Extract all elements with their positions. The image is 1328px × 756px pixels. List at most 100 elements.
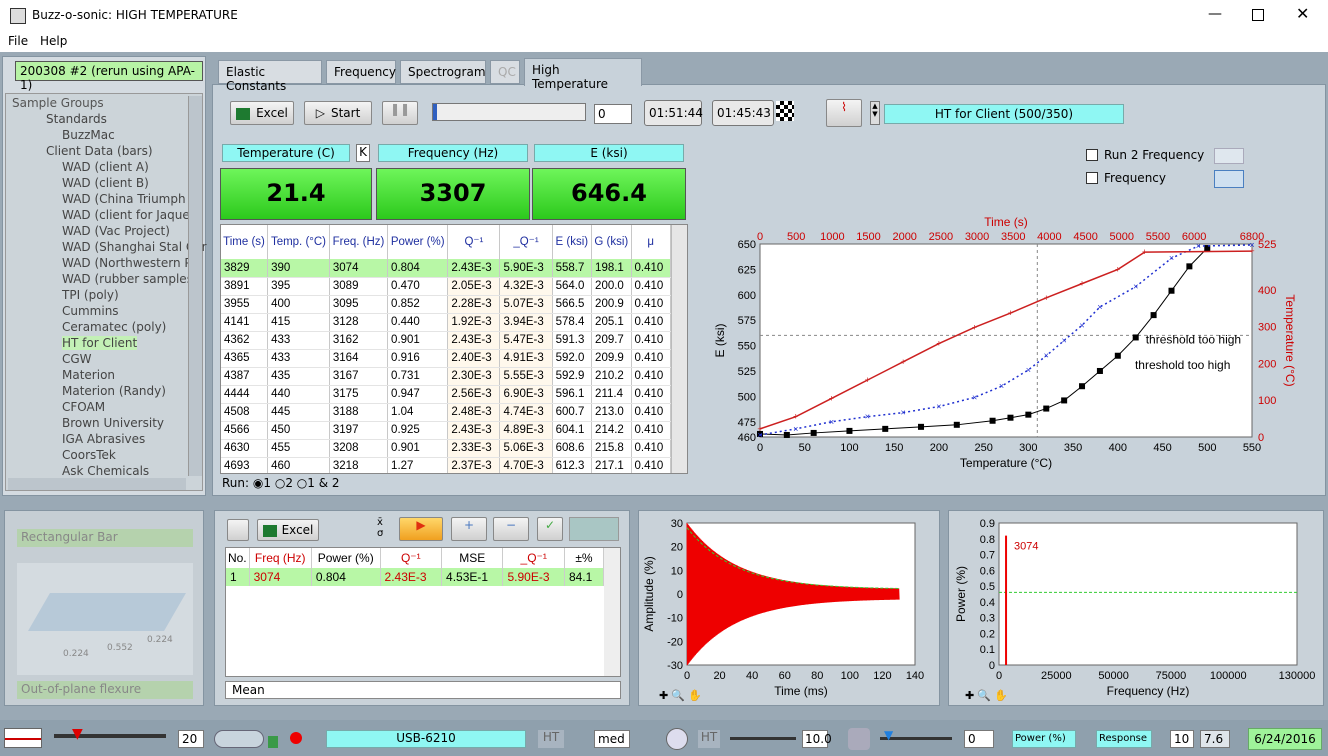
tree-hscrollbar[interactable] xyxy=(8,478,186,490)
tab-frequency[interactable]: Frequency xyxy=(326,60,396,84)
tree-item[interactable]: Ask Chemicals xyxy=(62,464,149,478)
tab-high-temperature[interactable]: High Temperature xyxy=(524,58,642,91)
tree-item[interactable]: Ceramatec (poly) xyxy=(62,320,166,334)
table-cell: 3.94E-3 xyxy=(499,313,553,332)
tree-item[interactable]: CGW xyxy=(62,352,92,366)
fit-excel-button[interactable]: Excel xyxy=(257,519,319,541)
daq-device[interactable]: USB-6210 xyxy=(326,730,526,748)
maximize-icon[interactable] xyxy=(1252,9,1264,21)
tree-item[interactable]: Materion (Randy) xyxy=(62,384,166,398)
table-cell: 3167 xyxy=(329,367,389,386)
tree-item[interactable]: WAD (Shanghai Stal Cor xyxy=(62,240,207,254)
fit-table-scrollbar[interactable] xyxy=(604,548,620,676)
y2-tick-label: 300 xyxy=(1258,322,1276,334)
run-table-scrollbar[interactable] xyxy=(671,225,687,473)
table-row[interactable]: 4566 450 3197 0.925 2.43E-3 4.89E-3 604.1 214.2… xyxy=(221,421,671,440)
tree-item[interactable]: WAD (China Triumph In xyxy=(62,192,201,206)
tree-item[interactable]: HT for Client xyxy=(62,336,138,350)
slider-thumb-icon[interactable]: ▼ xyxy=(72,726,83,742)
tab-elastic-constants[interactable]: Elastic Constants xyxy=(218,60,322,93)
threshold-thumb-icon[interactable]: ▼ xyxy=(884,728,893,742)
table-row[interactable]: 3829 390 3074 0.804 2.43E-3 5.90E-3 558.7 198.1… xyxy=(221,259,671,278)
add-row-button[interactable]: + xyxy=(451,517,487,541)
tree-item[interactable]: Client Data (bars) xyxy=(46,144,153,158)
run-radio-both[interactable]: ○ xyxy=(297,476,307,490)
zero-field[interactable]: 0 xyxy=(964,730,994,748)
table-row[interactable]: 4693 460 3218 1.27 2.37E-3 4.70E-3 612.3 217.1 0… xyxy=(221,457,671,473)
accept-button[interactable]: ✓ xyxy=(537,517,563,541)
response-select[interactable]: Response xyxy=(1096,730,1152,748)
tree-item[interactable]: WAD (Vac Project) xyxy=(62,224,170,238)
tree-item[interactable]: WAD (rubber samples) xyxy=(62,272,198,286)
pause-button[interactable]: ❚❚ xyxy=(382,101,418,125)
x2-tick-label: 3000 xyxy=(965,231,989,243)
start-button[interactable]: ▷ Start xyxy=(304,101,372,125)
x2-tick-label: 500 xyxy=(787,231,805,243)
menu-file[interactable]: File xyxy=(8,34,28,48)
progress-bar xyxy=(432,103,586,121)
graph-settings-button[interactable]: ⌇ xyxy=(826,99,862,127)
frequency-checkbox[interactable] xyxy=(1086,172,1098,184)
profile-name[interactable]: HT for Client (500/350) xyxy=(884,104,1124,124)
gain-slider[interactable] xyxy=(54,734,166,738)
tree-item[interactable]: WAD (client A) xyxy=(62,160,149,174)
knob-icon[interactable] xyxy=(666,728,688,750)
level-field[interactable]: 10.0 xyxy=(802,730,832,748)
tree-item[interactable]: TPI (poly) xyxy=(62,288,119,302)
table-cell: 0.410 xyxy=(631,349,671,368)
tree-item[interactable]: CFOAM xyxy=(62,400,105,414)
tree-item[interactable]: Materion xyxy=(62,368,115,382)
tab-spectrogram[interactable]: Spectrogram xyxy=(400,60,486,84)
profile-stepper[interactable]: ▲ ▼ xyxy=(870,101,880,125)
excel-button[interactable]: Excel xyxy=(230,101,294,125)
count-field[interactable]: 20 xyxy=(178,730,204,748)
tree-item[interactable]: WAD (Northwestern Pol xyxy=(62,256,202,270)
tree-item[interactable]: Standards xyxy=(46,112,107,126)
peak-stepper[interactable] xyxy=(569,517,619,541)
close-icon[interactable]: ✕ xyxy=(1296,4,1309,23)
vibration-mode[interactable]: Out-of-plane flexure xyxy=(17,681,193,699)
tree-item[interactable]: WAD (client B) xyxy=(62,176,149,190)
tree-item[interactable]: CoorsTek xyxy=(62,448,116,462)
table-row[interactable]: 3891 395 3089 0.470 2.05E-3 4.32E-3 564.0 200.0… xyxy=(221,277,671,296)
r10-field[interactable]: 10 xyxy=(1170,730,1194,748)
table-row[interactable]: 4508 445 3188 1.04 2.48E-3 4.74E-3 600.7 213.0 0… xyxy=(221,403,671,422)
run-radio-1[interactable]: ◉ xyxy=(253,476,263,490)
table-row[interactable]: 4365 433 3164 0.916 2.40E-3 4.91E-3 592.0 209.9… xyxy=(221,349,671,368)
line-style-swatch[interactable] xyxy=(4,728,42,748)
run-radio-2[interactable]: ○ xyxy=(275,476,285,490)
remove-row-button[interactable]: − xyxy=(493,517,529,541)
refresh-icon[interactable] xyxy=(848,728,870,750)
record-icon[interactable] xyxy=(290,732,302,744)
tree-item[interactable]: Cummins xyxy=(62,304,119,318)
shape-name[interactable]: Rectangular Bar xyxy=(17,529,193,547)
tree-item[interactable]: WAD (client for Jaques) xyxy=(62,208,201,222)
table-row[interactable]: 3955 400 3095 0.852 2.28E-3 5.07E-3 566.5 200.9… xyxy=(221,295,671,314)
table-row[interactable]: 4444 440 3175 0.947 2.56E-3 6.90E-3 596.1 211.4… xyxy=(221,385,671,404)
unit-field[interactable]: K xyxy=(356,144,370,162)
minimize-icon[interactable]: — xyxy=(1208,6,1222,22)
speed-field[interactable]: med xyxy=(594,730,630,748)
table-row[interactable]: 4387 435 3167 0.731 2.30E-3 5.55E-3 592.9 210.2… xyxy=(221,367,671,386)
copy-button[interactable] xyxy=(227,519,249,541)
table-cell: 0.410 xyxy=(631,367,671,386)
menu-help[interactable]: Help xyxy=(40,34,67,48)
tab-qc[interactable]: QC xyxy=(490,60,520,84)
curve-style-icon[interactable] xyxy=(1214,148,1244,164)
sample-name-field[interactable]: 200308 #2 (rerun using APA-1) xyxy=(15,61,203,92)
power-select[interactable]: Power (%) xyxy=(1012,730,1076,748)
table-cell: 3095 xyxy=(329,295,389,314)
tree-item[interactable]: Brown University xyxy=(62,416,164,430)
table-row[interactable]: 4630 455 3208 0.901 2.33E-3 5.06E-3 608.6 215.8… xyxy=(221,439,671,458)
table-row[interactable]: 4141 415 3128 0.440 1.92E-3 3.94E-3 578.4 205.1… xyxy=(221,313,671,332)
toggle-switch[interactable] xyxy=(214,730,264,748)
tree-item[interactable]: IGA Abrasives xyxy=(62,432,145,446)
level-slider[interactable] xyxy=(730,737,796,740)
run2-frequency-checkbox[interactable] xyxy=(1086,149,1098,161)
table-row[interactable]: 4362 433 3162 0.901 2.43E-3 5.47E-3 591.3 209.7… xyxy=(221,331,671,350)
start-label: Start xyxy=(330,106,361,120)
save-analysis-button[interactable]: ▶ xyxy=(399,517,443,541)
tree-item[interactable]: BuzzMac xyxy=(62,128,115,142)
curve-style-selected-icon[interactable] xyxy=(1214,170,1244,188)
tree-scrollbar[interactable] xyxy=(188,96,202,476)
